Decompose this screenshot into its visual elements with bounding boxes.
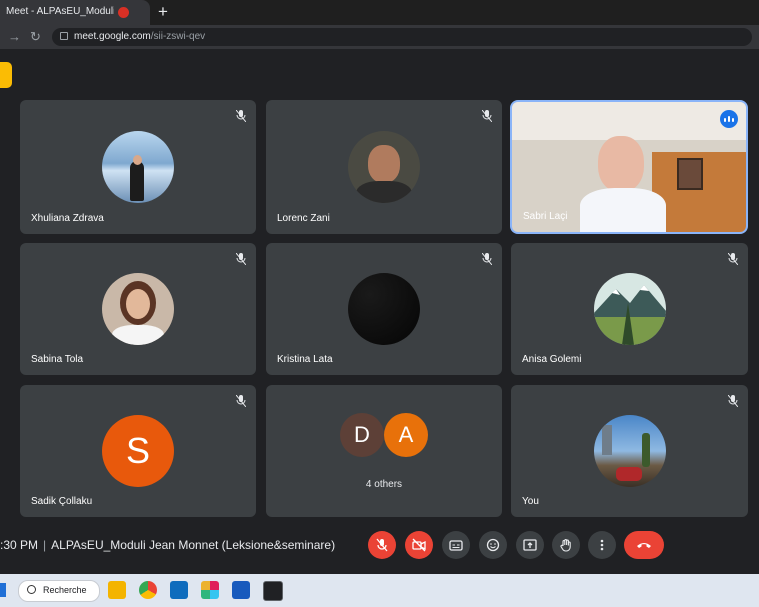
others-tile[interactable]: D A 4 others: [266, 385, 502, 517]
avatar-initial: D: [340, 413, 384, 457]
address-bar[interactable]: meet.google.com/sii-zswi-qev: [52, 28, 752, 46]
participant-tile[interactable]: Lorenc Zani: [266, 100, 502, 234]
raise-hand-button[interactable]: [552, 531, 580, 559]
mountain-illustration: [594, 285, 666, 345]
mic-off-icon: [236, 395, 246, 407]
url-text: meet.google.com/sii-zswi-qev: [74, 31, 206, 42]
mic-off-icon: [482, 110, 492, 122]
more-vert-icon: [600, 539, 604, 551]
participant-tile[interactable]: Kristina Lata: [266, 243, 502, 375]
mic-off-icon: [376, 538, 388, 552]
hand-icon: [560, 539, 571, 552]
start-icon[interactable]: [0, 583, 6, 597]
meeting-time: :30 PM: [0, 538, 39, 552]
video-background: [677, 158, 703, 190]
avatar-detail: [616, 467, 642, 481]
participant-tile[interactable]: S Sadik Çollaku: [20, 385, 256, 517]
search-icon: [27, 585, 36, 594]
avatar: [102, 131, 174, 203]
word-icon[interactable]: [232, 581, 250, 599]
lock-icon: [60, 32, 68, 40]
participant-tile[interactable]: Anisa Golemi: [511, 243, 748, 375]
avatar-initial: S: [102, 415, 174, 487]
captions-icon: [449, 540, 463, 551]
self-tile[interactable]: You: [511, 385, 748, 517]
avatar: [348, 131, 420, 203]
mic-off-icon: [236, 253, 246, 265]
mic-off-icon: [236, 110, 246, 122]
app-icon[interactable]: [263, 581, 283, 601]
outlook-icon[interactable]: [170, 581, 188, 599]
participant-tile-active-speaker[interactable]: Sabri Laçi: [512, 102, 746, 232]
avatar-initial: A: [384, 413, 428, 457]
captions-button[interactable]: [442, 531, 470, 559]
meeting-info: :30 PM | ALPAsEU_Moduli Jean Monnet (Leksi…: [0, 538, 335, 552]
participant-tile[interactable]: Xhuliana Zdrava: [20, 100, 256, 234]
separator: |: [43, 538, 47, 552]
mic-off-icon: [728, 253, 738, 265]
file-explorer-icon[interactable]: [108, 581, 126, 599]
tab-bar: Meet - ALPAsEU_Moduli Jean +: [0, 0, 759, 25]
search-label: Recherche: [43, 585, 87, 595]
avatar: [102, 273, 174, 345]
speaker-face: [598, 136, 644, 192]
speaker-shirt: [580, 188, 666, 232]
os-taskbar: Recherche: [0, 574, 759, 607]
reload-icon[interactable]: ↻: [30, 29, 41, 45]
reactions-button[interactable]: [479, 531, 507, 559]
slack-icon[interactable]: [201, 581, 219, 599]
mic-off-icon: [482, 253, 492, 265]
leave-call-button[interactable]: [624, 531, 664, 559]
new-tab-button[interactable]: +: [158, 3, 168, 20]
address-toolbar: → ↻ meet.google.com/sii-zswi-qev: [0, 25, 759, 49]
others-count: 4 others: [365, 479, 403, 490]
participant-name: Xhuliana Zdrava: [31, 213, 104, 224]
speaking-indicator-icon: [720, 110, 738, 128]
mic-off-icon: [728, 395, 738, 407]
avatar-detail: [602, 425, 612, 455]
present-icon: [523, 539, 537, 551]
present-button[interactable]: [516, 531, 544, 559]
browser-tab[interactable]: Meet - ALPAsEU_Moduli Jean: [0, 0, 150, 25]
video-background: [512, 102, 746, 140]
avatar: [348, 273, 420, 345]
more-options-button[interactable]: [588, 531, 616, 559]
tab-audio-icon[interactable]: [118, 7, 129, 18]
participant-name: Sadik Çollaku: [31, 496, 93, 507]
participant-name: Kristina Lata: [277, 354, 333, 365]
tab-title: Meet - ALPAsEU_Moduli Jean: [6, 6, 114, 17]
mic-toggle-button[interactable]: [368, 531, 396, 559]
avatar: [594, 415, 666, 487]
camera-off-icon: [412, 538, 426, 552]
emoji-icon: [486, 538, 500, 552]
participant-tile[interactable]: Sabina Tola: [20, 243, 256, 375]
meeting-title: ALPAsEU_Moduli Jean Monnet (Leksione&sem…: [51, 538, 336, 552]
avatar: [594, 273, 666, 345]
chrome-icon[interactable]: [139, 581, 157, 599]
camera-toggle-button[interactable]: [405, 531, 433, 559]
forward-icon[interactable]: →: [8, 29, 21, 44]
taskbar-search[interactable]: Recherche: [18, 580, 100, 602]
activities-icon[interactable]: [0, 62, 12, 88]
participant-name: You: [522, 496, 539, 507]
participant-name: Sabri Laçi: [523, 211, 568, 222]
avatar-detail: [642, 433, 650, 467]
participant-name: Anisa Golemi: [522, 354, 582, 365]
end-call-icon: [637, 543, 651, 548]
participant-name: Sabina Tola: [31, 354, 84, 365]
participant-name: Lorenc Zani: [277, 213, 330, 224]
